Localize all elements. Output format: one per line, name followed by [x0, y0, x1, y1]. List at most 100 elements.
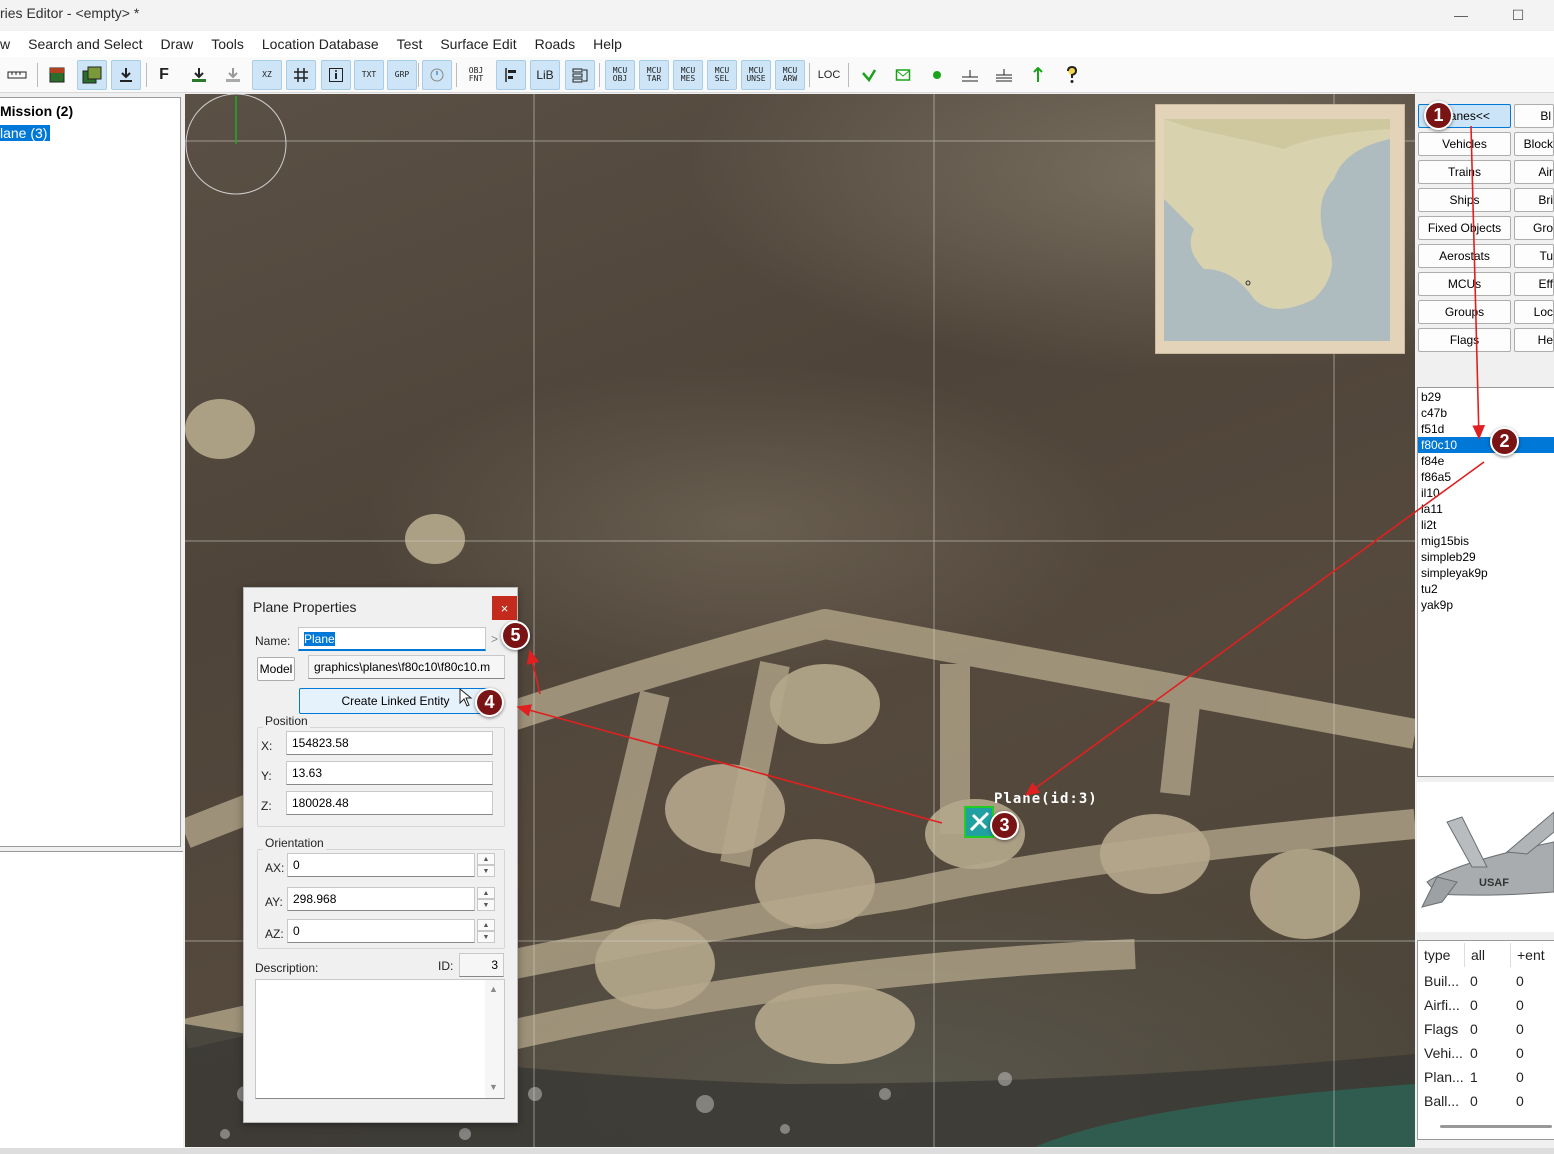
- category-helpers-button[interactable]: He: [1514, 328, 1554, 352]
- list-item[interactable]: c47b: [1418, 405, 1554, 421]
- menu-surface-edit[interactable]: Surface Edit: [431, 36, 525, 52]
- menu-draw[interactable]: Draw: [152, 36, 203, 52]
- category-flags-button[interactable]: Flags: [1418, 328, 1511, 352]
- list-item[interactable]: li2t: [1418, 517, 1554, 533]
- list-item[interactable]: simpleyak9p: [1418, 565, 1554, 581]
- spin-up-icon[interactable]: ▲: [477, 853, 495, 865]
- stats-horizontal-scrollbar[interactable]: [1440, 1125, 1552, 1128]
- category-fixed-objects-button[interactable]: Fixed Objects: [1418, 216, 1511, 240]
- category-aerostats-button[interactable]: Aerostats: [1418, 244, 1511, 268]
- category-block-button[interactable]: Block: [1514, 132, 1554, 156]
- txt-button[interactable]: TXT: [354, 60, 384, 90]
- name-expand-button[interactable]: >: [491, 632, 498, 646]
- spin-down-icon[interactable]: ▼: [477, 865, 495, 877]
- object-font-button[interactable]: OBJ FNT: [461, 60, 491, 90]
- spin-down-icon[interactable]: ▼: [477, 899, 495, 911]
- menu-test[interactable]: Test: [388, 36, 432, 52]
- help-icon[interactable]: [1057, 60, 1087, 90]
- list-item-selected[interactable]: f80c10: [1418, 437, 1554, 453]
- ax-spinner[interactable]: ▲ ▼: [477, 853, 495, 877]
- category-effects-button[interactable]: Eff: [1514, 272, 1554, 296]
- maximize-button[interactable]: ☐: [1495, 0, 1541, 30]
- mcu-target-button[interactable]: MCU TAR: [639, 60, 669, 90]
- location-button[interactable]: LOC: [814, 60, 844, 90]
- mcu-message-button[interactable]: MCU MES: [673, 60, 703, 90]
- category-mcus-button[interactable]: MCUs: [1418, 272, 1511, 296]
- az-field[interactable]: 0: [287, 919, 475, 943]
- list-item[interactable]: la11: [1418, 501, 1554, 517]
- name-input[interactable]: Plane: [298, 627, 486, 651]
- minimap[interactable]: [1155, 104, 1405, 354]
- map-overlay-icon[interactable]: [77, 60, 107, 90]
- mail-icon[interactable]: [888, 60, 918, 90]
- time-icon[interactable]: [422, 60, 452, 90]
- grid-icon[interactable]: [286, 60, 316, 90]
- import-icon[interactable]: [184, 60, 214, 90]
- menu-search-and-select[interactable]: Search and Select: [19, 36, 151, 52]
- font-f-button[interactable]: F: [149, 60, 179, 90]
- import-disabled-icon[interactable]: [218, 60, 248, 90]
- category-locations-button[interactable]: Loc: [1514, 300, 1554, 324]
- menu-tools[interactable]: Tools: [202, 36, 253, 52]
- list-item[interactable]: yak9p: [1418, 597, 1554, 613]
- description-scrollbar[interactable]: ▲ ▼: [485, 980, 504, 1098]
- mission-tree[interactable]: Mission (2) lane (3): [0, 97, 181, 847]
- category-bridges-button[interactable]: Bri: [1514, 188, 1554, 212]
- checkmark-icon[interactable]: [854, 60, 884, 90]
- spin-down-icon[interactable]: ▼: [477, 931, 495, 943]
- az-spinner[interactable]: ▲ ▼: [477, 919, 495, 943]
- list-item[interactable]: f86a5: [1418, 469, 1554, 485]
- category-vehicles-button[interactable]: Vehicles: [1418, 132, 1511, 156]
- layers-level-icon[interactable]: [989, 60, 1019, 90]
- category-blocks-partial-button[interactable]: Bl: [1514, 104, 1554, 128]
- mcu-arrow-button[interactable]: MCU ARW: [775, 60, 805, 90]
- tree-node-mission[interactable]: Mission (2): [0, 103, 73, 119]
- plane-model-list[interactable]: b29 c47b f51d f80c10 f84e f86a5 il10 la1…: [1417, 387, 1554, 777]
- list-item[interactable]: b29: [1418, 389, 1554, 405]
- ax-field[interactable]: 0: [287, 853, 475, 877]
- category-ground-button[interactable]: Gro: [1514, 216, 1554, 240]
- category-airfield-button[interactable]: Air: [1514, 160, 1554, 184]
- ruler-icon[interactable]: [2, 60, 32, 90]
- list-item[interactable]: f84e: [1418, 453, 1554, 469]
- xz-button[interactable]: XZ: [252, 60, 282, 90]
- description-textarea[interactable]: [255, 979, 505, 1099]
- map-layer-icon[interactable]: [42, 60, 72, 90]
- mcu-unselect-button[interactable]: MCU UNSE: [741, 60, 771, 90]
- grp-button[interactable]: GRP: [387, 60, 417, 90]
- spin-up-icon[interactable]: ▲: [477, 919, 495, 931]
- z-field[interactable]: 180028.48: [286, 791, 493, 815]
- align-icon[interactable]: [496, 60, 526, 90]
- plane-object-label[interactable]: Plane(id:3): [994, 791, 1098, 807]
- category-groups-button[interactable]: Groups: [1418, 300, 1511, 324]
- category-ships-button[interactable]: Ships: [1418, 188, 1511, 212]
- green-dot-icon[interactable]: [922, 60, 952, 90]
- list-item[interactable]: tu2: [1418, 581, 1554, 597]
- ay-field[interactable]: 298.968: [287, 887, 475, 911]
- mcu-object-button[interactable]: MCU OBJ: [605, 60, 635, 90]
- list-item[interactable]: f51d: [1418, 421, 1554, 437]
- menu-roads[interactable]: Roads: [526, 36, 584, 52]
- ground-level-icon[interactable]: [955, 60, 985, 90]
- minimize-button[interactable]: —: [1438, 0, 1484, 30]
- menu-help[interactable]: Help: [584, 36, 631, 52]
- info-icon[interactable]: [321, 60, 351, 90]
- stats-header-all[interactable]: all: [1471, 947, 1485, 963]
- category-trains-button[interactable]: Trains: [1418, 160, 1511, 184]
- stats-header-ent[interactable]: +ent: [1517, 947, 1545, 963]
- model-path-field[interactable]: graphics\planes\f80c10\f80c10.m: [308, 655, 505, 679]
- stats-header-type[interactable]: type: [1424, 947, 1450, 963]
- close-button[interactable]: ×: [492, 596, 517, 620]
- mcu-select-button[interactable]: MCU SEL: [707, 60, 737, 90]
- model-button[interactable]: Model: [257, 657, 295, 681]
- list-item[interactable]: mig15bis: [1418, 533, 1554, 549]
- library-button[interactable]: LiB: [530, 60, 560, 90]
- menu-view[interactable]: w: [0, 36, 19, 52]
- list-item[interactable]: il10: [1418, 485, 1554, 501]
- spin-up-icon[interactable]: ▲: [477, 887, 495, 899]
- download-icon[interactable]: [111, 60, 141, 90]
- menu-location-database[interactable]: Location Database: [253, 36, 388, 52]
- scroll-up-icon[interactable]: ▲: [489, 984, 498, 994]
- properties-icon[interactable]: [565, 60, 595, 90]
- scroll-down-icon[interactable]: ▼: [489, 1082, 498, 1092]
